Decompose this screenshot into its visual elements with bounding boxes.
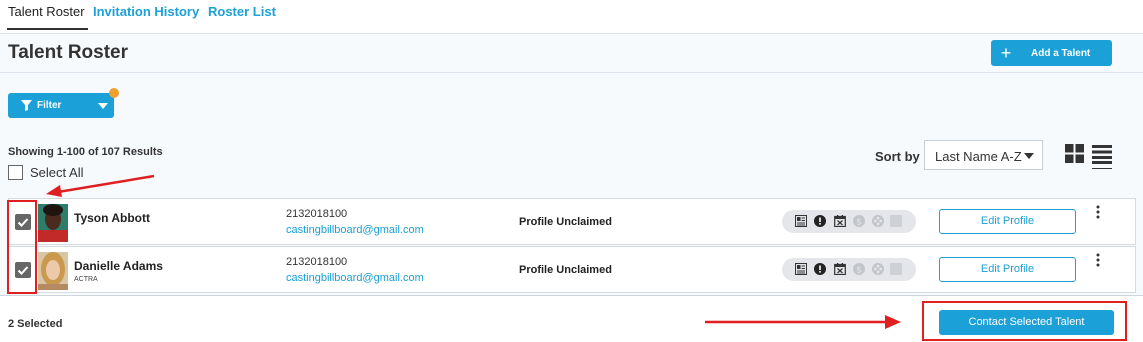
status-icon-group: $ [782, 210, 916, 233]
reel-icon[interactable] [872, 263, 884, 275]
more-options-icon[interactable] [1094, 205, 1102, 219]
alert-icon[interactable] [814, 215, 826, 227]
table-row: Danielle Adams ACTRA 2132018100 castingb… [8, 246, 1136, 293]
avatar[interactable] [38, 252, 68, 290]
filter-button[interactable]: Filter [8, 93, 114, 118]
selected-count: 2 Selected [8, 318, 63, 330]
profile-status: Profile Unclaimed [519, 216, 612, 228]
talent-email[interactable]: castingbillboard@gmail.com [286, 224, 424, 236]
tab-talent-roster[interactable]: Talent Roster [7, 4, 88, 30]
more-options-icon[interactable] [1094, 253, 1102, 267]
funnel-icon [21, 100, 32, 111]
plus-icon: + [1000, 43, 1012, 63]
resume-icon[interactable] [795, 263, 807, 275]
status-icon-group: $ [782, 258, 916, 281]
annotation-highlight-checkboxes [7, 200, 37, 294]
talent-phone: 2132018100 [286, 208, 348, 220]
tab-invitation-history[interactable]: Invitation History [93, 4, 199, 19]
grid-view-icon[interactable] [1065, 144, 1084, 163]
dollar-icon[interactable]: $ [853, 263, 865, 275]
alert-icon[interactable] [814, 263, 826, 275]
reel-icon[interactable] [872, 215, 884, 227]
talent-phone: 2132018100 [286, 256, 348, 268]
annotation-arrow-left-icon [46, 174, 155, 197]
table-row: Tyson Abbott 2132018100 castingbillboard… [8, 198, 1136, 245]
chevron-down-icon [1024, 153, 1034, 159]
calendar-x-icon[interactable] [834, 263, 846, 275]
list-view-icon[interactable] [1092, 144, 1112, 164]
chevron-down-icon[interactable] [98, 103, 108, 109]
page-title: Talent Roster [8, 42, 129, 63]
results-count: Showing 1-100 of 107 Results [8, 146, 163, 158]
talent-name[interactable]: Tyson Abbott [74, 211, 150, 225]
talent-union: ACTRA [74, 276, 98, 283]
view-mode-selected-indicator [1092, 168, 1112, 169]
blank-icon[interactable] [890, 263, 902, 275]
add-talent-label: Add a Talent [1031, 47, 1091, 59]
avatar[interactable] [38, 204, 68, 242]
dollar-icon[interactable]: $ [853, 215, 865, 227]
blank-icon[interactable] [890, 215, 902, 227]
calendar-x-icon[interactable] [834, 215, 846, 227]
svg-text:$: $ [856, 218, 862, 228]
filter-label: Filter [37, 100, 62, 111]
filter-active-indicator [109, 88, 119, 98]
add-talent-button[interactable]: + Add a Talent [991, 40, 1112, 66]
sort-select[interactable]: Last Name A-Z [924, 140, 1043, 170]
page-header: Talent Roster + Add a Talent [0, 35, 1143, 73]
tab-roster-list[interactable]: Roster List [208, 4, 276, 19]
annotation-arrow-right-icon [705, 315, 901, 329]
tab-bar: Talent Roster Invitation History Roster … [0, 0, 1143, 34]
talent-email[interactable]: castingbillboard@gmail.com [286, 272, 424, 284]
talent-name[interactable]: Danielle Adams [74, 259, 163, 273]
sort-by-label: Sort by [875, 149, 920, 164]
resume-icon[interactable] [795, 215, 807, 227]
svg-text:$: $ [856, 266, 862, 276]
sort-selected-value: Last Name A-Z [935, 149, 1022, 164]
select-all-checkbox[interactable] [8, 165, 23, 180]
profile-status: Profile Unclaimed [519, 264, 612, 276]
edit-profile-button[interactable]: Edit Profile [939, 209, 1076, 234]
edit-profile-button[interactable]: Edit Profile [939, 257, 1076, 282]
annotation-highlight-contact-button [922, 301, 1127, 341]
